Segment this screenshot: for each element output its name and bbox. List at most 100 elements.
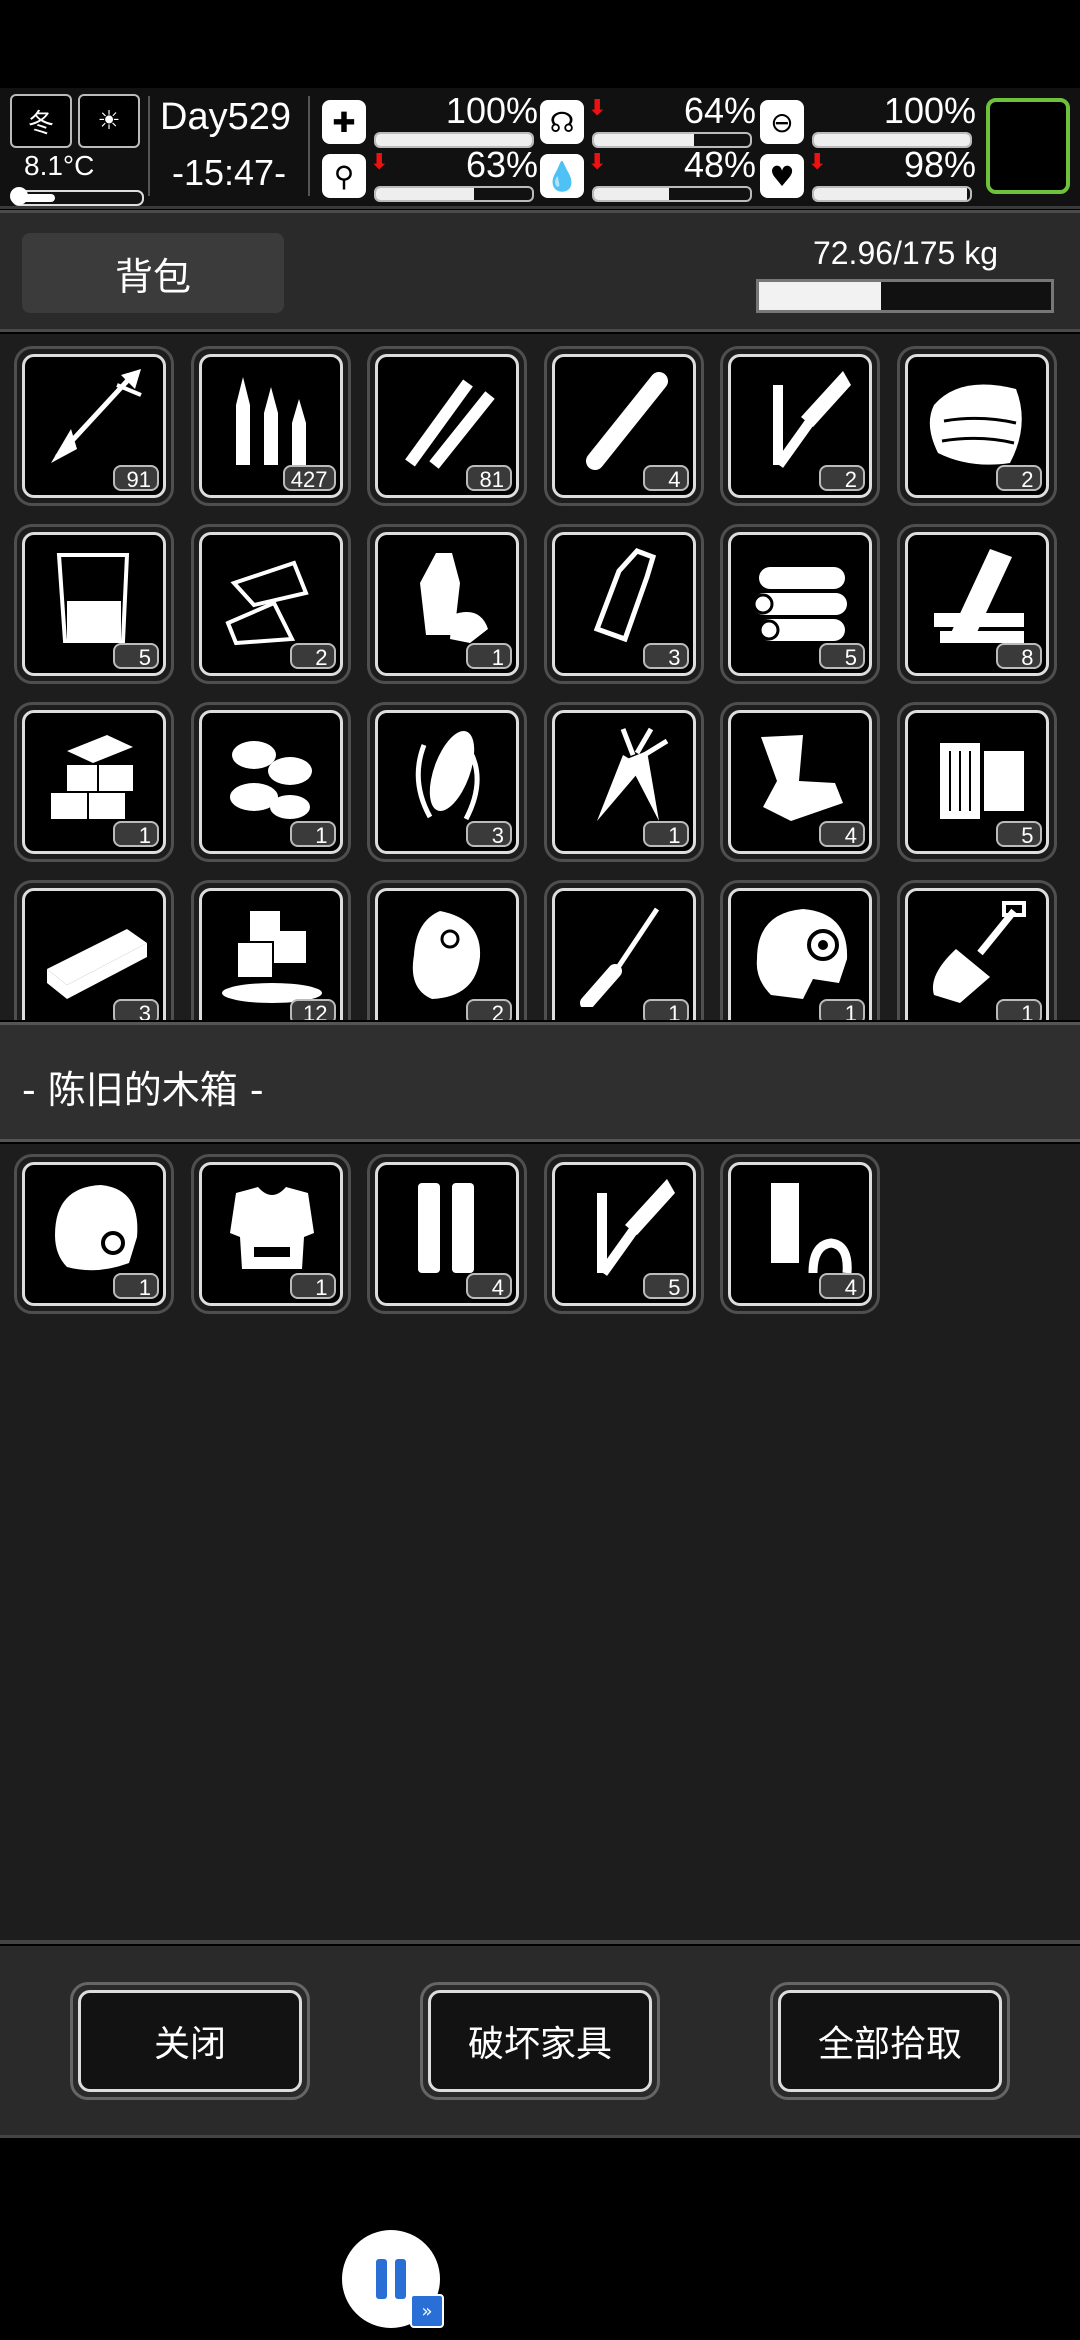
backpack-item-slot[interactable]: 2 xyxy=(367,880,527,1020)
mood-bar xyxy=(812,186,972,202)
item-count: 1 xyxy=(642,821,689,848)
soldering-iron-icon xyxy=(773,371,851,468)
backpack-item-slot[interactable]: 5 xyxy=(896,702,1057,862)
backpack-item-slot[interactable]: 5 xyxy=(14,524,174,684)
container-header: - 陈旧的木箱 - xyxy=(0,1022,1080,1142)
mood-stat: ♥ ⬇ 98% xyxy=(760,144,980,202)
thermometer-bar xyxy=(10,187,144,206)
item-frame: 4 xyxy=(728,1162,872,1306)
item-frame: 2 xyxy=(198,532,343,676)
backpack-item-slot[interactable]: 1 xyxy=(896,880,1057,1020)
container-item-slot[interactable]: 4 xyxy=(720,1154,880,1314)
item-count: 2 xyxy=(995,465,1042,492)
backpack-item-slot[interactable]: 4 xyxy=(720,702,880,862)
item-count: 1 xyxy=(289,1273,336,1300)
close-button-label: 关闭 xyxy=(78,1990,302,2092)
backpack-item-slot[interactable]: 12 xyxy=(190,880,351,1020)
item-frame: 427 xyxy=(198,354,343,498)
backpack-item-slot[interactable]: 1 xyxy=(720,880,880,1020)
shovel-icon xyxy=(932,901,1026,1003)
board-icon xyxy=(47,929,147,999)
cylinder-icon xyxy=(585,372,668,470)
container-item-grid[interactable]: 1 1 4 5 4 xyxy=(0,1144,1080,1944)
item-count: 2 xyxy=(819,465,865,492)
item-count: 1 xyxy=(466,643,512,670)
backpack-item-slot[interactable]: 8 xyxy=(896,524,1057,684)
item-frame: 5 xyxy=(728,532,872,676)
rifle-bullets-icon xyxy=(235,377,306,465)
backpack-item-slot[interactable]: 1 xyxy=(543,880,704,1020)
backpack-item-slot[interactable]: 3 xyxy=(367,702,527,862)
item-count: 4 xyxy=(819,1273,865,1300)
item-count: 1 xyxy=(113,1273,159,1300)
down-arrow-icon: ⬇ xyxy=(370,150,389,175)
backpack-item-slot[interactable]: 3 xyxy=(543,524,704,684)
season-label: 冬 xyxy=(27,108,54,139)
container-item-slot[interactable]: 5 xyxy=(543,1154,704,1314)
glass-bottle-icon xyxy=(593,548,656,643)
backpack-item-slot[interactable]: 2 xyxy=(190,524,351,684)
tactical-helmet-icon xyxy=(756,909,848,999)
item-frame: 1 xyxy=(728,888,872,1020)
carrot-icon xyxy=(596,727,668,821)
meat-icon xyxy=(412,911,481,999)
backpack-item-slot[interactable]: 4 xyxy=(543,346,704,506)
thermometer-fill xyxy=(20,194,56,202)
backpack-item-slot[interactable]: 1 xyxy=(14,702,174,862)
down-arrow-icon: ⬇ xyxy=(588,150,607,175)
item-count: 3 xyxy=(642,643,689,670)
backpack-item-slot[interactable]: 3 xyxy=(14,880,174,1020)
destroy-furniture-button[interactable]: 破坏家具 xyxy=(420,1982,660,2100)
backpack-item-slot[interactable]: 1 xyxy=(190,702,351,862)
close-button[interactable]: 关闭 xyxy=(70,1982,310,2100)
item-count: 1 xyxy=(819,999,865,1020)
backpack-tab[interactable]: 背包 xyxy=(22,233,284,313)
wood-blocks-icon xyxy=(939,743,1024,819)
beaker-icon xyxy=(56,553,130,643)
backpack-item-slot[interactable]: 81 xyxy=(367,346,527,506)
take-all-button[interactable]: 全部拾取 xyxy=(770,1982,1010,2100)
sun-icon: ☀ xyxy=(78,94,140,148)
item-frame: 2 xyxy=(904,354,1049,498)
pipe-icon xyxy=(771,1183,852,1274)
item-frame: 4 xyxy=(728,710,872,854)
backpack-item-slot[interactable]: 1 xyxy=(367,524,527,684)
item-count: 81 xyxy=(466,465,512,492)
item-count: 3 xyxy=(113,999,159,1020)
winter-snowflake-icon: 冬 xyxy=(10,94,72,148)
day-counter: Day529 xyxy=(160,96,291,138)
container-item-slot[interactable]: 1 xyxy=(14,1154,174,1314)
helmet-icon xyxy=(55,1185,138,1271)
backpack-item-slot[interactable]: 5 xyxy=(720,524,880,684)
item-frame: 1 xyxy=(551,710,696,854)
item-frame: 1 xyxy=(22,710,166,854)
backpack-item-slot[interactable]: 91 xyxy=(14,346,174,506)
item-count: 4 xyxy=(819,821,865,848)
container-item-slot[interactable]: 4 xyxy=(367,1154,527,1314)
thirst-stat: 💧 ⬇ 48% xyxy=(540,144,760,202)
cloth-icon xyxy=(929,384,1022,465)
item-frame: 4 xyxy=(551,354,696,498)
item-count: 2 xyxy=(466,999,512,1020)
thirst-bar xyxy=(592,186,752,202)
backpack-item-slot[interactable]: 2 xyxy=(720,346,880,506)
item-frame: 3 xyxy=(551,532,696,676)
arrow-icon xyxy=(51,369,142,463)
backpack-item-grid[interactable]: 91 427 81 4 2 2 5 2 1 3 5 8 1 1 3 1 4 5 3 12 2 1 1 1 xyxy=(0,334,1080,1020)
backpack-item-slot[interactable]: 1 xyxy=(543,702,704,862)
item-frame: 1 xyxy=(375,532,519,676)
bricks-icon xyxy=(51,735,133,819)
item-count: 5 xyxy=(642,1273,689,1300)
backpack-header: 背包 72.96/175 kg xyxy=(0,210,1080,332)
backpack-item-slot[interactable]: 2 xyxy=(896,346,1057,506)
item-count: 1 xyxy=(289,821,336,848)
item-count: 1 xyxy=(113,821,159,848)
ice-icon xyxy=(221,911,322,1003)
divider xyxy=(148,96,150,196)
fast-forward-icon[interactable]: » xyxy=(410,2294,444,2328)
health-stat: ✚ 100% xyxy=(322,90,542,148)
backpack-item-slot[interactable]: 427 xyxy=(190,346,351,506)
container-item-slot[interactable]: 1 xyxy=(190,1154,351,1314)
equipped-item-slot[interactable] xyxy=(986,98,1070,194)
temperature-text: 8.1°C xyxy=(24,150,95,181)
